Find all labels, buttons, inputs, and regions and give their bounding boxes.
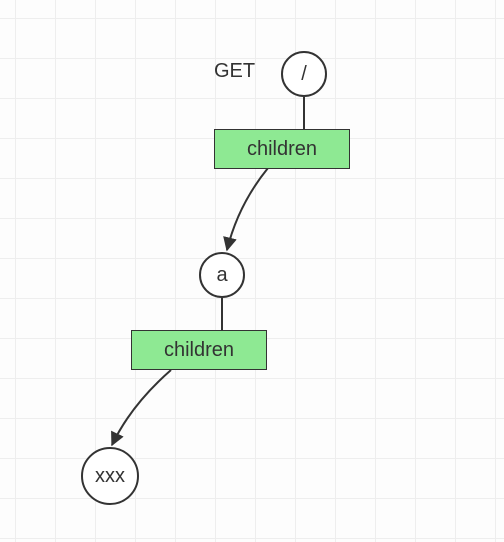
node-root-label: / — [301, 63, 307, 86]
node-xxx-label: xxx — [95, 465, 125, 488]
diagram-canvas: GET / children a children xxx — [0, 0, 504, 542]
root-side-label: GET — [214, 60, 255, 83]
node-xxx[interactable]: xxx — [81, 447, 139, 505]
node-children-2[interactable]: children — [131, 330, 267, 370]
node-root[interactable]: / — [281, 51, 327, 97]
node-a-label: a — [216, 264, 227, 287]
node-children-2-label: children — [164, 339, 234, 362]
node-children-1[interactable]: children — [214, 129, 350, 169]
node-children-1-label: children — [247, 138, 317, 161]
node-a[interactable]: a — [199, 252, 245, 298]
